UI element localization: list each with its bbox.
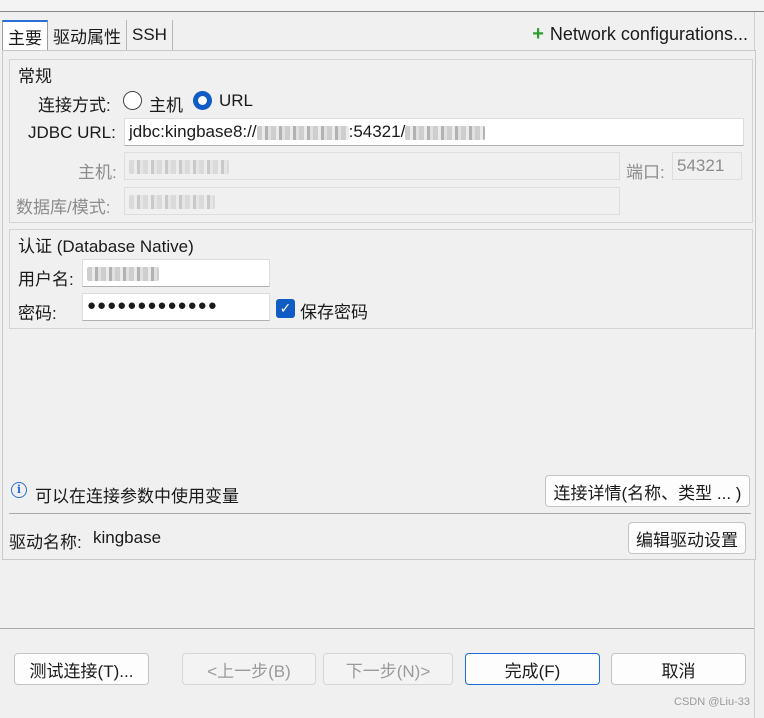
next-button[interactable]: 下一步(N)> (323, 653, 453, 685)
redacted-host (256, 125, 349, 140)
password-label: 密码: (18, 304, 57, 323)
save-password-label[interactable]: 保存密码 (300, 298, 368, 323)
radio-url[interactable] (193, 91, 212, 110)
tab-driver-properties[interactable]: 驱动属性 (48, 20, 127, 50)
username-label: 用户名: (18, 270, 74, 289)
redacted-database-field (129, 194, 215, 209)
database-label: 数据库/模式: (16, 198, 111, 217)
radio-host-label[interactable]: 主机 (149, 91, 183, 116)
finish-button[interactable]: 完成(F) (465, 653, 600, 685)
general-group-title: 常规 (18, 67, 52, 86)
radio-url-label[interactable]: URL (219, 91, 253, 111)
jdbc-url-port: :54321/ (348, 122, 406, 141)
network-configurations-button[interactable]: + Network configurations... (532, 23, 748, 46)
info-icon: i (11, 482, 27, 498)
jdbc-url-prefix: jdbc:kingbase8:// (129, 122, 257, 141)
port-label: 端口: (626, 163, 665, 182)
tab-ssh[interactable]: SSH (127, 20, 173, 50)
auth-group-title: 认证 (Database Native) (18, 237, 194, 256)
radio-host[interactable] (123, 91, 142, 110)
plus-icon: + (532, 23, 544, 45)
host-input[interactable] (124, 152, 620, 180)
network-configurations-label: Network configurations... (549, 24, 748, 44)
tab-main[interactable]: 主要 (2, 20, 48, 50)
port-input[interactable]: 54321 (672, 152, 742, 180)
redacted-database (405, 125, 486, 140)
watermark-text: CSDN @Liu-33 (674, 696, 750, 708)
edit-driver-settings-button[interactable]: 编辑驱动设置 (628, 522, 746, 554)
connection-details-button[interactable]: 连接详情(名称、类型 ... ) (545, 475, 750, 507)
test-connection-button[interactable]: 测试连接(T)... (14, 653, 149, 685)
password-input[interactable]: ●●●●●●●●●●●●● (82, 293, 270, 321)
window-top-border (0, 0, 764, 12)
redacted-username (87, 266, 159, 281)
redacted-host-field (129, 159, 229, 174)
database-input[interactable] (124, 187, 620, 215)
tab-bar: 主要 驱动属性 SSH (2, 20, 173, 50)
driver-name-label: 驱动名称: (9, 533, 82, 552)
general-group: 常规 连接方式: 主机 URL JDBC URL: jdbc:kingbase8… (9, 59, 753, 223)
previous-button[interactable]: <上一步(B) (182, 653, 316, 685)
variables-info-text: 可以在连接参数中使用变量 (35, 487, 239, 506)
auth-group: 认证 (Database Native) 用户名: 密码: ●●●●●●●●●●… (9, 229, 753, 329)
host-label: 主机: (78, 163, 117, 182)
username-input[interactable] (82, 259, 270, 287)
jdbc-url-label: JDBC URL: (28, 123, 116, 142)
jdbc-url-input[interactable]: jdbc:kingbase8:// :54321/ (124, 118, 744, 146)
driver-separator (9, 513, 751, 514)
connect-method-label: 连接方式: (38, 96, 111, 115)
driver-name-value: kingbase (93, 528, 162, 547)
cancel-button[interactable]: 取消 (611, 653, 746, 685)
save-password-checkbox[interactable]: ✓ (276, 299, 295, 318)
main-panel: 常规 连接方式: 主机 URL JDBC URL: jdbc:kingbase8… (2, 50, 756, 560)
footer-separator (0, 628, 754, 629)
